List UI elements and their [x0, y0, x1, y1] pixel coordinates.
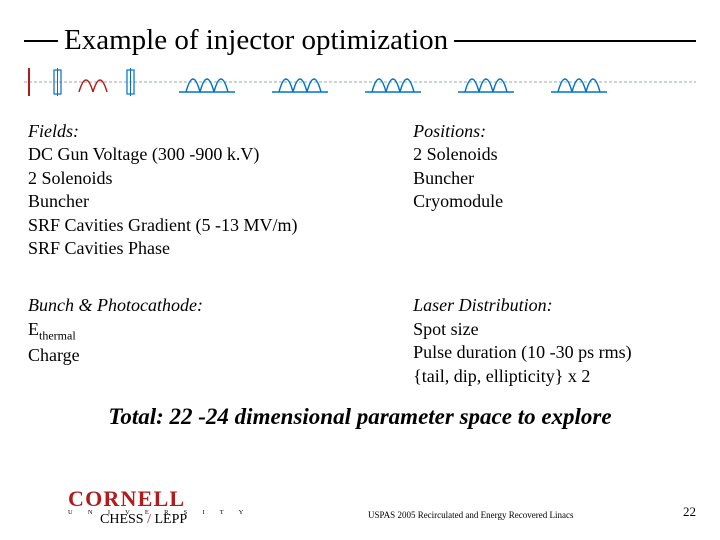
title-rule-right	[454, 40, 696, 42]
fields-item: 2 Solenoids	[28, 167, 413, 190]
slide-title-bar: Example of injector optimization	[24, 24, 696, 57]
laser-item: Spot size	[413, 318, 692, 341]
laser-item: {tail, dip, ellipticity} x 2	[413, 365, 692, 388]
bunch-ethermal: Ethermal	[28, 318, 413, 344]
summary-line: Total: 22 -24 dimensional parameter spac…	[0, 404, 720, 430]
positions-item: Cryomodule	[413, 190, 692, 213]
positions-item: 2 Solenoids	[413, 143, 692, 166]
content-grid: Fields: DC Gun Voltage (300 -900 k.V) 2 …	[28, 120, 692, 388]
fields-item: SRF Cavities Phase	[28, 237, 413, 260]
beamline-schematic	[24, 62, 696, 102]
fields-heading: Fields:	[28, 120, 413, 143]
bunch-charge: Charge	[28, 344, 413, 367]
laser-item: Pulse duration (10 -30 ps rms)	[413, 341, 692, 364]
title-rule-left	[24, 40, 58, 42]
laser-block: Laser Distribution: Spot size Pulse dura…	[413, 294, 692, 388]
fields-item: SRF Cavities Gradient (5 -13 MV/m)	[28, 214, 413, 237]
chess-lepp-label: CHESS / LEPP	[100, 512, 187, 528]
bunch-block: Bunch & Photocathode: Ethermal Charge	[28, 294, 413, 388]
bunch-heading: Bunch & Photocathode:	[28, 294, 413, 317]
fields-item: Buncher	[28, 190, 413, 213]
page-number: 22	[683, 504, 696, 520]
fields-block: Fields: DC Gun Voltage (300 -900 k.V) 2 …	[28, 120, 413, 260]
footer-caption: USPAS 2005 Recirculated and Energy Recov…	[368, 510, 573, 520]
positions-item: Buncher	[413, 167, 692, 190]
separator: /	[144, 512, 155, 527]
positions-block: Positions: 2 Solenoids Buncher Cryomodul…	[413, 120, 692, 260]
e-label: E	[28, 319, 39, 339]
lepp-text: LEPP	[154, 512, 187, 527]
fields-item: DC Gun Voltage (300 -900 k.V)	[28, 143, 413, 166]
laser-heading: Laser Distribution:	[413, 294, 692, 317]
e-subscript: thermal	[39, 328, 76, 342]
positions-heading: Positions:	[413, 120, 692, 143]
chess-text: CHESS	[100, 512, 144, 527]
slide-title: Example of injector optimization	[58, 24, 454, 57]
